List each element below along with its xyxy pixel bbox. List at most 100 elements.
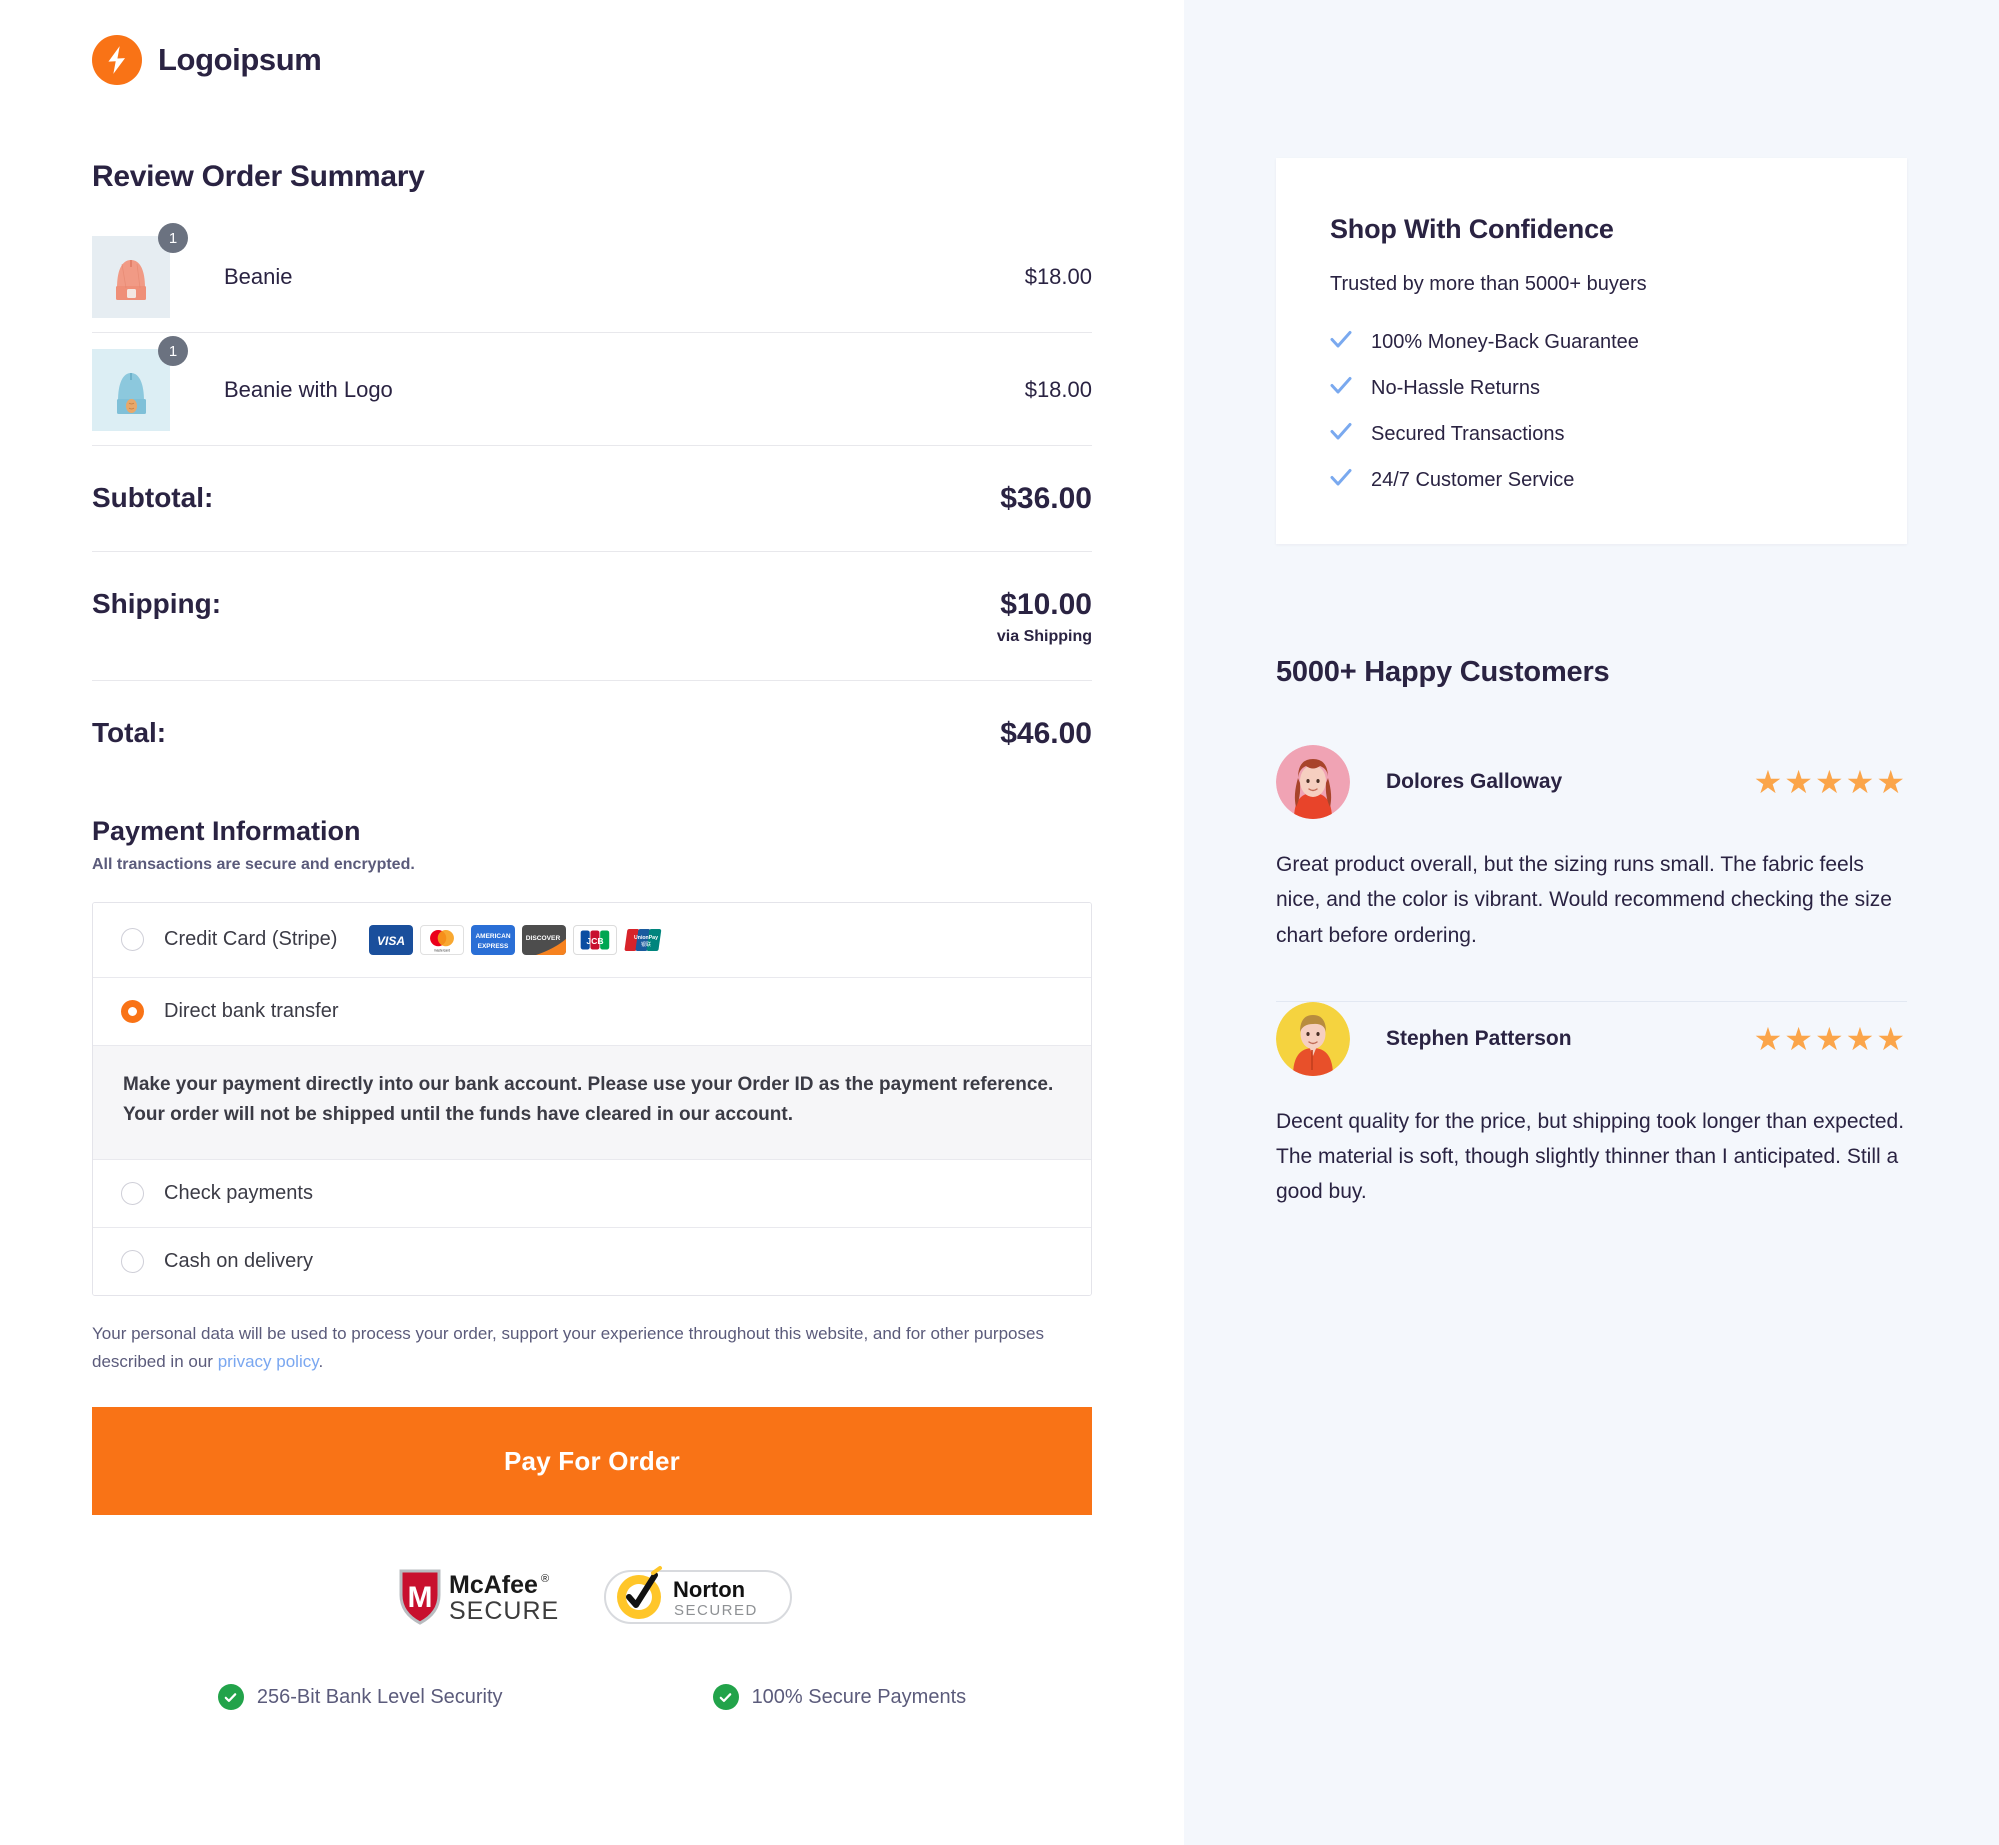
card-brand-logos: VISA mastercard AMERICAN EXPRESS DISCOVE… — [369, 924, 669, 955]
list-item: 1 Beanie with Logo $18.00 — [92, 333, 1092, 445]
testimonial: Stephen Patterson ★★★★★ Decent quality f… — [1276, 1001, 1907, 1210]
list-item: 1 Beanie $18.00 — [92, 220, 1092, 332]
benefit-label: No-Hassle Returns — [1371, 376, 1540, 399]
checkout-main-column: Logoipsum Review Order Summary 1 Beanie … — [0, 0, 1184, 1845]
payment-option-label: Check payments — [164, 1182, 313, 1205]
testimonial-text: Decent quality for the price, but shippi… — [1276, 1109, 1905, 1204]
radio-cash-on-delivery[interactable] — [121, 1250, 144, 1274]
unionpay-icon: UnionPay 银联 — [624, 924, 669, 955]
shipping-value: $10.00 — [1000, 587, 1092, 621]
payment-option-label: Credit Card (Stripe) — [164, 928, 338, 950]
trust-indicators: 256-Bit Bank Level Security 100% Secure … — [92, 1684, 1092, 1770]
trust-item: 100% Secure Payments — [712, 1684, 967, 1711]
radio-direct-bank-transfer[interactable] — [121, 999, 144, 1023]
svg-text:SECURED: SECURED — [674, 1602, 758, 1619]
check-circle-icon — [712, 1684, 739, 1711]
shipping-label: Shipping: — [92, 587, 222, 619]
svg-text:JCB: JCB — [587, 935, 604, 945]
svg-text:VISA: VISA — [377, 934, 405, 948]
benefit-label: 24/7 Customer Service — [1371, 468, 1575, 491]
product-price: $18.00 — [1024, 264, 1092, 289]
mcafee-secure-icon: M McAfee ® SECURE — [391, 1563, 581, 1636]
payment-methods-list: Credit Card (Stripe) VISA mastercard AME… — [92, 901, 1092, 1297]
testimonials-title: 5000+ Happy Customers — [1276, 656, 1610, 688]
payment-option-check-payments[interactable]: Check payments — [93, 1160, 1091, 1229]
payment-information-subtitle: All transactions are secure and encrypte… — [92, 855, 415, 873]
testimonial: Dolores Galloway ★★★★★ Great product ove… — [1276, 745, 1907, 1002]
product-image — [92, 349, 170, 431]
security-seals: M McAfee ® SECURE Norton SECURED — [92, 1563, 1092, 1636]
total-value: $46.00 — [1000, 717, 1092, 750]
norton-secured-icon: Norton SECURED — [603, 1563, 793, 1636]
reviewer-name: Stephen Patterson — [1386, 1026, 1572, 1050]
list-item: Secured Transactions — [1330, 422, 1853, 446]
testimonial-header: Dolores Galloway ★★★★★ — [1276, 745, 1907, 819]
payment-option-label: Direct bank transfer — [164, 999, 339, 1022]
check-icon — [1330, 468, 1352, 492]
trust-item: 256-Bit Bank Level Security — [217, 1684, 503, 1711]
confidence-benefits-list: 100% Money-Back Guarantee No-Hassle Retu… — [1330, 330, 1853, 492]
privacy-notice: Your personal data will be used to proce… — [92, 1320, 1092, 1375]
subtotal-row: Subtotal: $36.00 — [92, 446, 1092, 551]
total-label: Total: — [92, 717, 167, 748]
brand-name: Logoipsum — [158, 42, 322, 77]
jcb-icon: JCB — [573, 924, 618, 955]
payment-option-cash-on-delivery[interactable]: Cash on delivery — [93, 1228, 1091, 1296]
svg-text:EXPRESS: EXPRESS — [478, 943, 509, 950]
list-item: No-Hassle Returns — [1330, 376, 1853, 400]
payment-information-title: Payment Information — [92, 815, 361, 846]
checkout-sidebar: Shop With Confidence Trusted by more tha… — [1184, 0, 1999, 1845]
total-row: Total: $46.00 — [92, 681, 1092, 786]
avatar — [1276, 1001, 1350, 1076]
privacy-policy-link[interactable]: privacy policy — [218, 1352, 319, 1371]
svg-text:mastercard: mastercard — [434, 948, 450, 952]
payment-option-label: Cash on delivery — [164, 1250, 313, 1273]
svg-text:DISCOVER: DISCOVER — [526, 935, 561, 942]
star-rating: ★★★★★ — [1753, 764, 1907, 800]
product-price: $18.00 — [1024, 377, 1092, 402]
payment-option-credit-card[interactable]: Credit Card (Stripe) VISA mastercard AME… — [93, 902, 1091, 978]
discover-icon: DISCOVER — [522, 924, 567, 955]
pay-for-order-button[interactable]: Pay For Order — [92, 1407, 1092, 1516]
list-item: 100% Money-Back Guarantee — [1330, 330, 1853, 354]
lightning-bolt-icon — [92, 35, 142, 85]
shipping-method-note: via Shipping — [996, 628, 1092, 645]
product-thumbnail-wrap: 1 — [92, 336, 188, 431]
shipping-row: Shipping: $10.00 via Shipping — [92, 552, 1092, 681]
svg-text:®: ® — [541, 1573, 549, 1585]
svg-text:McAfee: McAfee — [449, 1571, 538, 1599]
check-icon — [1330, 330, 1352, 354]
svg-text:M: M — [408, 1581, 433, 1614]
visa-icon: VISA — [369, 924, 414, 955]
reviewer-name: Dolores Galloway — [1386, 770, 1563, 793]
check-icon — [1330, 376, 1352, 400]
testimonial-header: Stephen Patterson ★★★★★ — [1276, 1001, 1907, 1076]
radio-check-payments[interactable] — [121, 1182, 144, 1206]
privacy-text-after: . — [318, 1351, 324, 1371]
trust-item-label: 100% Secure Payments — [751, 1685, 967, 1708]
shipping-value-group: $10.00 via Shipping — [997, 588, 1092, 647]
svg-text:银联: 银联 — [641, 941, 651, 948]
check-circle-icon — [217, 1684, 244, 1711]
bank-transfer-instructions: Make your payment directly into our bank… — [93, 1045, 1091, 1161]
brand-logo[interactable]: Logoipsum — [92, 22, 1092, 98]
product-image — [92, 236, 170, 318]
payment-option-direct-bank-transfer[interactable]: Direct bank transfer — [93, 977, 1091, 1046]
avatar — [1276, 745, 1350, 819]
confidence-subtitle: Trusted by more than 5000+ buyers — [1330, 273, 1647, 295]
list-item: 24/7 Customer Service — [1330, 468, 1853, 492]
benefit-label: 100% Money-Back Guarantee — [1371, 330, 1639, 353]
quantity-badge: 1 — [158, 336, 188, 366]
shop-with-confidence-card: Shop With Confidence Trusted by more tha… — [1276, 158, 1907, 544]
svg-text:UnionPay: UnionPay — [634, 935, 658, 941]
trust-item-label: 256-Bit Bank Level Security — [256, 1685, 503, 1708]
benefit-label: Secured Transactions — [1371, 422, 1565, 445]
product-name: Beanie with Logo — [224, 377, 393, 402]
page-title: Review Order Summary — [92, 160, 425, 193]
radio-credit-card[interactable] — [121, 928, 144, 951]
product-thumbnail-wrap: 1 — [92, 223, 188, 318]
mastercard-icon: mastercard — [420, 924, 465, 955]
quantity-badge: 1 — [158, 223, 188, 253]
check-icon — [1330, 422, 1352, 446]
subtotal-label: Subtotal: — [92, 482, 214, 513]
